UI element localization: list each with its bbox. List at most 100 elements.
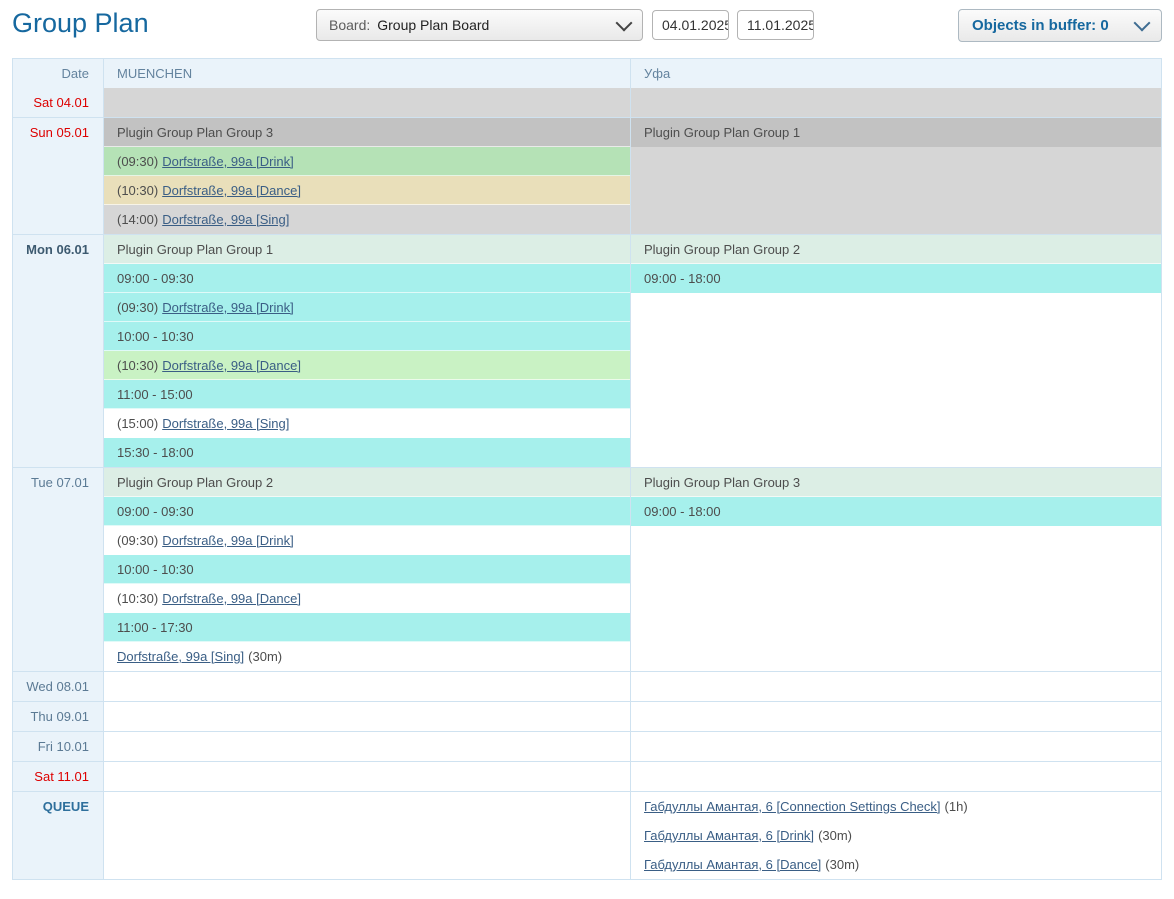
column-header-ufa[interactable]: Уфа <box>631 59 1161 88</box>
event-row: (09:30) Dorfstraße, 99a [Drink] <box>104 147 630 176</box>
schedule-cell-muenchen: Plugin Group Plan Group 3 (09:30) Dorfstra… <box>104 118 631 234</box>
event-link[interactable]: Dorfstraße, 99a [Sing] <box>117 649 244 664</box>
event-time-prefix: (10:30) <box>117 358 158 373</box>
group-header: Plugin Group Plan Group 1 <box>104 235 630 264</box>
event-link[interactable]: Dorfstraße, 99a [Drink] <box>162 300 294 315</box>
time-range: 11:00 - 17:30 <box>104 613 630 642</box>
day-row: Tue 07.01Plugin Group Plan Group 209:00 … <box>13 467 1161 671</box>
day-row: Fri 10.01 <box>13 731 1161 761</box>
buffer-dropdown[interactable]: Objects in buffer: 0 <box>958 9 1162 42</box>
event-link[interactable]: Dorfstraße, 99a [Drink] <box>162 533 294 548</box>
date-cell: Sat 11.01 <box>13 762 104 791</box>
event-time-prefix: (14:00) <box>117 212 158 227</box>
date-cell: Fri 10.01 <box>13 732 104 761</box>
group-header: Plugin Group Plan Group 3 <box>104 118 630 147</box>
schedule-cell-ufa: Plugin Group Plan Group 209:00 - 18:00 <box>631 235 1161 467</box>
time-range: 11:00 - 15:00 <box>104 380 630 409</box>
event-row: (10:30) Dorfstraße, 99a [Dance] <box>104 584 630 613</box>
schedule-cell-ufa: Plugin Group Plan Group 1 <box>631 118 1161 234</box>
event-link[interactable]: Габдуллы Амантая, 6 [Drink] <box>644 828 814 843</box>
event-time-prefix: (09:30) <box>117 154 158 169</box>
event-duration-suffix: (1h) <box>945 799 968 814</box>
time-range: 09:00 - 18:00 <box>631 497 1161 526</box>
date-cell: QUEUE <box>13 792 104 879</box>
event-row: Габдуллы Амантая, 6 [Dance] (30m) <box>631 850 1161 879</box>
schedule-cell-muenchen: Plugin Group Plan Group 209:00 - 09:30(0… <box>104 468 631 671</box>
day-row: Sun 05.01Plugin Group Plan Group 3(09:30… <box>13 117 1161 234</box>
schedule-cell-ufa <box>631 672 1161 701</box>
time-range: 09:00 - 18:00 <box>631 264 1161 293</box>
event-time-prefix: (10:30) <box>117 591 158 606</box>
chevron-down-icon <box>1134 15 1151 32</box>
event-time-prefix: (09:30) <box>117 533 158 548</box>
time-range: 09:00 - 09:30 <box>104 264 630 293</box>
date-from-input[interactable] <box>652 10 729 40</box>
group-plan-page: Group Plan Board: Group Plan Board Objec… <box>0 0 1174 899</box>
date-cell: Thu 09.01 <box>13 702 104 731</box>
event-row: (10:30) Dorfstraße, 99a [Dance] <box>104 176 630 205</box>
event-link[interactable]: Dorfstraße, 99a [Sing] <box>162 212 289 227</box>
time-range: 10:00 - 10:30 <box>104 555 630 584</box>
plan-table-body: Sat 04.01Sun 05.01Plugin Group Plan Grou… <box>13 88 1161 879</box>
schedule-cell-ufa <box>631 732 1161 761</box>
schedule-cell-muenchen: Plugin Group Plan Group 109:00 - 09:30(0… <box>104 235 631 467</box>
event-link[interactable]: Dorfstraße, 99a [Drink] <box>162 154 294 169</box>
schedule-cell-muenchen <box>104 792 631 879</box>
time-range: 09:00 - 09:30 <box>104 497 630 526</box>
event-duration-suffix: (30m) <box>248 649 282 664</box>
group-header: Plugin Group Plan Group 1 <box>631 118 1161 147</box>
chevron-down-icon <box>616 14 633 31</box>
event-row: Габдуллы Амантая, 6 [Drink] (30m) <box>631 821 1161 850</box>
column-header-muenchen[interactable]: MUENCHEN <box>104 59 631 88</box>
column-header-date: Date <box>13 59 104 88</box>
time-range: 10:00 - 10:30 <box>104 322 630 351</box>
event-row: Габдуллы Амантая, 6 [Connection Settings… <box>631 792 1161 821</box>
event-row: (10:30) Dorfstraße, 99a [Dance] <box>104 351 630 380</box>
time-range: 15:30 - 18:00 <box>104 438 630 467</box>
group-header: Plugin Group Plan Group 2 <box>104 468 630 497</box>
group-header: Plugin Group Plan Group 2 <box>631 235 1161 264</box>
event-row: (09:30) Dorfstraße, 99a [Drink] <box>104 526 630 555</box>
day-row: Sat 11.01 <box>13 761 1161 791</box>
date-cell: Wed 08.01 <box>13 672 104 701</box>
day-row: Sat 04.01 <box>13 88 1161 117</box>
event-row: (15:00) Dorfstraße, 99a [Sing] <box>104 409 630 438</box>
schedule-cell-muenchen <box>104 732 631 761</box>
schedule-cell-muenchen <box>104 672 631 701</box>
day-row: Mon 06.01Plugin Group Plan Group 109:00 … <box>13 234 1161 467</box>
schedule-cell-ufa: Габдуллы Амантая, 6 [Connection Settings… <box>631 792 1161 879</box>
board-select[interactable]: Board: Group Plan Board <box>316 9 643 41</box>
date-cell: Mon 06.01 <box>13 235 104 467</box>
event-time-prefix: (09:30) <box>117 300 158 315</box>
event-link[interactable]: Dorfstraße, 99a [Dance] <box>162 591 301 606</box>
board-select-value: Group Plan Board <box>377 17 618 33</box>
event-link[interactable]: Dorfstraße, 99a [Dance] <box>162 183 301 198</box>
event-link[interactable]: Габдуллы Амантая, 6 [Connection Settings… <box>644 799 941 814</box>
event-link[interactable]: Dorfstraße, 99a [Dance] <box>162 358 301 373</box>
day-row: QUEUE Габдуллы Амантая, 6 [Connection Set… <box>13 791 1161 879</box>
schedule-cell-ufa <box>631 702 1161 731</box>
date-to-input[interactable] <box>737 10 814 40</box>
schedule-cell-muenchen <box>104 702 631 731</box>
schedule-cell-muenchen <box>104 762 631 791</box>
buffer-dropdown-label: Objects in buffer: 0 <box>972 17 1136 34</box>
day-row: Thu 09.01 <box>13 701 1161 731</box>
group-header: Plugin Group Plan Group 3 <box>631 468 1161 497</box>
event-duration-suffix: (30m) <box>825 857 859 872</box>
date-cell: Sat 04.01 <box>13 88 104 117</box>
schedule-cell-muenchen <box>104 88 631 117</box>
event-row: (14:00) Dorfstraße, 99a [Sing] <box>104 205 630 234</box>
schedule-cell-ufa <box>631 762 1161 791</box>
schedule-cell-ufa: Plugin Group Plan Group 309:00 - 18:00 <box>631 468 1161 671</box>
page-title: Group Plan <box>12 8 149 39</box>
date-cell: Sun 05.01 <box>13 118 104 234</box>
event-link[interactable]: Dorfstraße, 99a [Sing] <box>162 416 289 431</box>
event-row: Dorfstraße, 99a [Sing] (30m) <box>104 642 630 671</box>
event-row: (09:30) Dorfstraße, 99a [Drink] <box>104 293 630 322</box>
plan-table: Date MUENCHEN Уфа Sat 04.01Sun 05.01Plug… <box>12 58 1162 880</box>
event-time-prefix: (15:00) <box>117 416 158 431</box>
event-duration-suffix: (30m) <box>818 828 852 843</box>
event-time-prefix: (10:30) <box>117 183 158 198</box>
date-cell: Tue 07.01 <box>13 468 104 671</box>
event-link[interactable]: Габдуллы Амантая, 6 [Dance] <box>644 857 821 872</box>
